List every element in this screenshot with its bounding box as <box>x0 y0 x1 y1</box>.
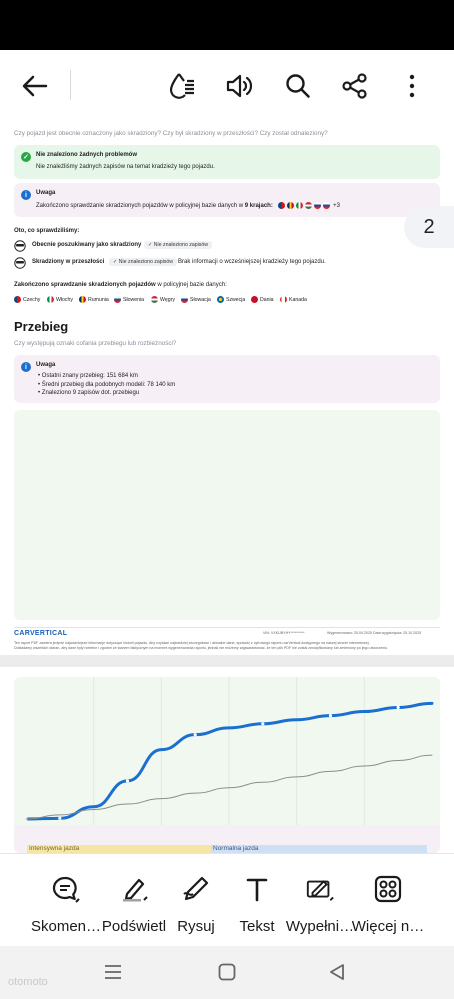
list-item: • Średni przebieg dla podobnych modeli: … <box>38 381 176 388</box>
footer-disclaimer-1: Ten raport PDF zawiera jedynie najważnie… <box>14 641 370 645</box>
recent-apps-icon[interactable] <box>104 964 122 985</box>
edit-toolbar: Skomen… Podświetl Rysuj Tekst Wypełni… W… <box>0 853 454 946</box>
system-nav-bar <box>0 946 454 999</box>
thief-mask-icon <box>14 239 26 257</box>
tool-comment[interactable]: Skomen… <box>28 874 104 935</box>
db-heading-bold: Zakończono sprawdzanie skradzionych poja… <box>14 282 156 288</box>
footer-valid: Data wygaśnięcia: 25.10.2025 <box>373 631 422 635</box>
data-point <box>58 816 62 820</box>
country-item: Słowacja <box>181 296 211 303</box>
share-icon[interactable] <box>335 66 375 106</box>
check-status: Nie znaleziono zapisów <box>153 242 209 248</box>
footer-generated: Wygenerowano: 25.09.2025 <box>327 631 372 635</box>
ok-text: Nie znaleźliśmy żadnych zapisów na temat… <box>36 164 215 170</box>
note-text: Zakończono sprawdzanie skradzionych poja… <box>36 202 340 209</box>
data-point <box>261 722 265 726</box>
data-point <box>396 705 400 710</box>
pdf-page-2: Intensywna jazda Normalna jazda <box>0 667 454 853</box>
tool-label: Rysuj <box>177 918 215 935</box>
mileage-chart <box>14 677 440 853</box>
reading-mode-icon[interactable] <box>162 66 202 106</box>
theft-subtitle: Czy pojazd jest obecnie oznaczony jako s… <box>14 130 328 137</box>
db-heading: Zakończono sprawdzanie skradzionych poja… <box>14 282 227 288</box>
footer-disclaimer-2: Dokładamy wszelkich starań, aby dane był… <box>14 646 388 650</box>
country-item: Szwecja <box>217 296 245 303</box>
tool-label: Wypełni… <box>285 918 355 935</box>
tool-fill-sign[interactable]: Wypełni… <box>282 874 358 935</box>
note-text-bold: 9 krajach: <box>244 203 273 210</box>
top-toolbar <box>0 50 454 120</box>
back-arrow-icon[interactable] <box>15 66 55 106</box>
more-icon[interactable] <box>392 66 432 106</box>
list-item: • Ostatni znany przebieg: 151 684 km <box>38 373 138 379</box>
tool-more[interactable]: Więcej n… <box>350 874 426 935</box>
country-item: Słowenia <box>114 296 144 303</box>
band-label-intensive: Intensywna jazda <box>27 845 211 853</box>
text-icon <box>242 874 272 904</box>
comment-icon <box>51 874 81 904</box>
page-gap <box>0 655 454 667</box>
speaker-icon[interactable] <box>220 66 260 106</box>
screen: Czy pojazd jest obecnie oznaczony jako s… <box>0 0 454 999</box>
band-label-normal: Normalna jazda <box>211 845 427 853</box>
note-text-main: Zakończono sprawdzanie skradzionych poja… <box>36 203 244 210</box>
note-title: Uwaga <box>36 190 56 196</box>
flag-group-icon <box>277 202 334 209</box>
home-icon[interactable] <box>218 963 236 986</box>
check-status-pill: ✓ Nie znaleziono zapisów <box>109 258 178 266</box>
grid-icon <box>373 874 403 904</box>
check-row-2: Skradziony w przeszłości ✓ Nie znalezion… <box>14 256 440 270</box>
footer-divider <box>14 627 440 628</box>
data-point <box>125 779 130 783</box>
country-item: Węgry <box>151 296 175 303</box>
country-item: Rumunia <box>79 296 109 303</box>
mileage-note-box: i Uwaga • Ostatni znany przebieg: 151 68… <box>14 355 440 403</box>
data-point <box>328 714 333 718</box>
toolbar-divider <box>70 70 71 100</box>
country-item: Dania <box>251 296 274 303</box>
mileage-note-list: • Ostatni znany przebieg: 151 684 km • Ś… <box>38 372 175 398</box>
country-item: Kanada <box>280 296 307 303</box>
page-indicator: 2 <box>404 206 454 248</box>
db-heading-rest: w policyjnej bazie danych: <box>157 282 227 288</box>
check-label: Obecnie poszukiwany jako skradziony <box>32 242 142 248</box>
fill-sign-icon <box>305 874 335 904</box>
brand-logo: CARVERTICAL <box>14 630 68 637</box>
ok-box: ✓ Nie znaleziono żadnych problemów Nie z… <box>14 145 440 179</box>
tool-label: Więcej n… <box>351 918 425 935</box>
check-status-pill: ✓ Nie znaleziono zapisów <box>144 241 213 249</box>
footer-vin: VIN: VXKUBYHY********** <box>263 631 305 635</box>
mileage-chart-placeholder <box>14 410 440 620</box>
mileage-note-title: Uwaga <box>36 362 56 368</box>
watermark: otomoto <box>8 976 48 988</box>
check-row-1: Obecnie poszukiwany jako skradziony ✓ Ni… <box>14 239 440 253</box>
mileage-subtitle: Czy występują oznaki cofania przebiegu l… <box>14 340 177 347</box>
highlighter-icon <box>119 874 149 904</box>
back-triangle-icon[interactable] <box>328 963 346 986</box>
info-icon: i <box>21 362 31 372</box>
checked-heading: Oto, co sprawdziliśmy: <box>14 228 80 234</box>
list-item: • Znaleziono 9 zapisów dot. przebiegu <box>38 390 140 396</box>
mileage-title: Przebieg <box>14 319 69 334</box>
status-bar <box>0 0 454 50</box>
tool-label: Skomen… <box>30 918 102 935</box>
search-icon[interactable] <box>278 66 318 106</box>
ok-title: Nie znaleziono żadnych problemów <box>36 152 138 158</box>
pen-icon <box>181 874 211 904</box>
check-extra: Brak informacji o wcześniejszej kradzież… <box>178 259 326 265</box>
country-item: Czechy <box>14 296 40 303</box>
check-label: Skradziony w przeszłości <box>32 259 105 265</box>
check-icon: ✓ <box>21 152 31 162</box>
check-status: Nie znaleziono zapisów <box>118 259 174 265</box>
data-point <box>193 733 197 737</box>
tool-label: Podświetl <box>101 918 167 935</box>
info-icon: i <box>21 190 31 200</box>
note-box: i Uwaga Zakończono sprawdzanie skradzion… <box>14 183 440 217</box>
thief-mask-icon <box>14 256 26 274</box>
note-more-count: +3 <box>333 203 341 210</box>
country-item: Włochy <box>47 296 73 303</box>
tool-label: Tekst <box>239 918 275 935</box>
